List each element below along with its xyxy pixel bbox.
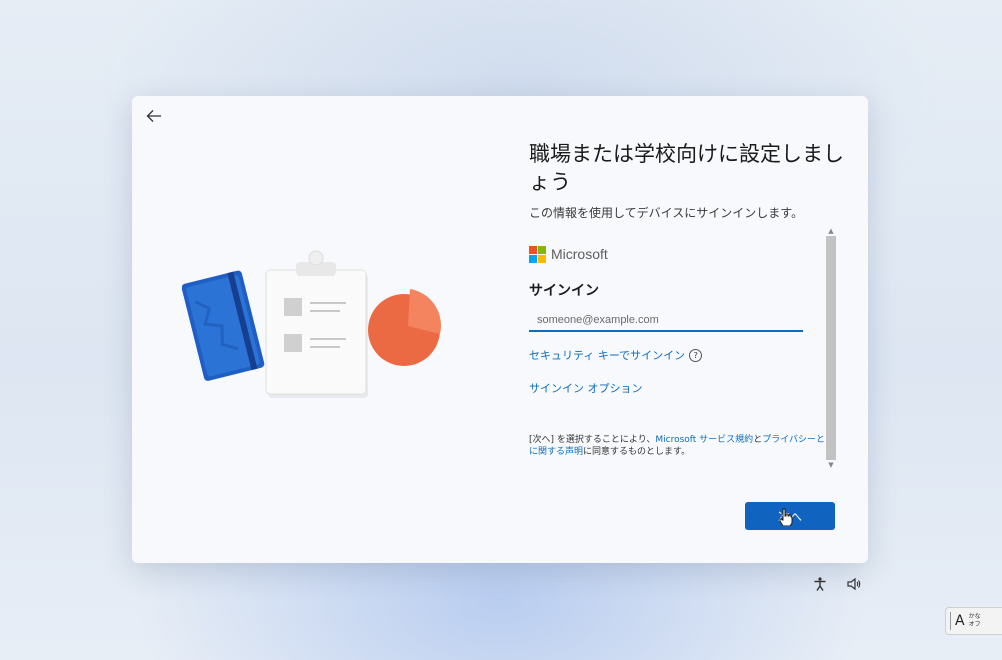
page-title: 職場または学校向けに設定しましょう <box>529 142 844 194</box>
hand-pointer-icon <box>779 508 793 526</box>
signin-options-link[interactable]: サインイン オプション <box>529 380 643 396</box>
ime-mode-line2: オフ <box>968 621 981 628</box>
microsoft-logo: Microsoft <box>529 242 829 266</box>
terms-and: と <box>753 435 763 445</box>
scroll-thumb[interactable] <box>826 236 836 460</box>
volume-icon[interactable] <box>846 576 862 592</box>
scroll-down-arrow-icon[interactable]: ▼ <box>826 460 836 470</box>
scroll-up-arrow-icon[interactable]: ▲ <box>826 226 836 236</box>
accessibility-icon[interactable] <box>812 576 828 592</box>
services-agreement-link[interactable]: Microsoft サービス規約 <box>655 435 753 445</box>
email-field[interactable] <box>529 310 803 332</box>
ime-mode-label: かな オフ <box>969 613 981 629</box>
setup-dialog: 職場または学校向けに設定しましょう この情報を使用してデバイスにサインインします… <box>132 96 868 563</box>
clipboard-graphic <box>265 250 368 398</box>
help-circle-icon[interactable]: ? <box>689 348 703 362</box>
security-key-link[interactable]: セキュリティ キーでサインイン ? <box>529 347 703 363</box>
arrow-left-icon <box>146 110 161 122</box>
security-key-link-label: セキュリティ キーでサインイン <box>529 349 686 362</box>
ime-mode-char: A <box>955 613 965 629</box>
notebook-graphic <box>182 270 265 381</box>
microsoft-logo-icon <box>529 245 546 263</box>
terms-prefix: [次へ] を選択することにより、 <box>529 435 656 445</box>
microsoft-wordmark: Microsoft <box>551 246 608 262</box>
scrollbar[interactable]: ▲ ▼ <box>826 226 836 480</box>
back-button[interactable] <box>140 104 168 128</box>
signin-heading: サインイン <box>529 283 599 299</box>
work-school-illustration <box>182 250 441 398</box>
ime-indicator[interactable]: A かな オフ <box>945 607 1002 635</box>
terms-text: [次へ] を選択することにより、Microsoft サービス規約とプライバシーと… <box>529 434 829 458</box>
ime-separator-left <box>950 612 951 630</box>
privacy-link[interactable]: プライバシーと Cook <box>762 435 829 445</box>
signin-panel: Microsoft サインイン セキュリティ キーでサインイン ? サインイン … <box>529 242 829 482</box>
ime-mode-line1: かな <box>968 613 981 620</box>
page-subtitle: この情報を使用してデバイスにサインインします。 <box>529 206 804 220</box>
terms-suffix: に同意するものとします。 <box>583 447 691 457</box>
pie-chart-graphic <box>368 289 441 366</box>
privacy-statement-link[interactable]: に関する声明 <box>529 447 583 457</box>
